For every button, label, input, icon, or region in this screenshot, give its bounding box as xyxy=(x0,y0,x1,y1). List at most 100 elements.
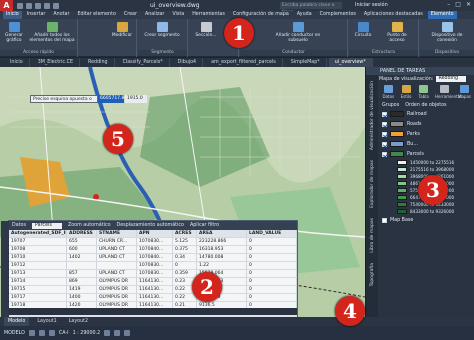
ribbon-tab[interactable]: Insertar xyxy=(24,11,49,19)
display-manager-tool[interactable]: Estilo xyxy=(400,85,413,99)
layout-tab[interactable]: Modelo xyxy=(4,317,30,326)
generate-graph-button[interactable]: Generar gráfico xyxy=(2,22,26,43)
column-header[interactable]: Autogenerated_SDF_ID xyxy=(9,230,67,237)
column-header[interactable]: AREA xyxy=(197,230,247,237)
draw-order-button[interactable]: Orden de objetos xyxy=(405,103,446,108)
ribbon-tab[interactable]: Editar elemento xyxy=(74,11,118,19)
callout-5: 5 xyxy=(103,124,133,154)
table-row[interactable]: 19718 1420 OLYMPUS DR 1164130... 0.21 9136.5 0 xyxy=(9,302,297,308)
file-tab[interactable]: Inicio xyxy=(4,58,30,67)
ribbon-tab[interactable]: Complementos xyxy=(317,11,359,19)
display-manager-tool[interactable]: Mapas xyxy=(458,85,471,99)
ribbon-tab[interactable]: Anotar xyxy=(50,11,72,19)
app-logo[interactable]: A xyxy=(0,0,13,11)
file-tab[interactable]: Classify_Parcels* xyxy=(117,58,170,67)
ribbon-tab[interactable]: Elemento xyxy=(427,11,457,19)
layer-item[interactable]: Parks xyxy=(379,129,474,139)
grid-icon[interactable] xyxy=(28,330,35,336)
basemap-layer[interactable]: Map Base xyxy=(379,215,474,225)
coordinate-input-y[interactable]: 1915.0 xyxy=(125,95,147,103)
layout-tab[interactable]: Layout1 xyxy=(33,317,60,326)
table-row[interactable]: 19713857UPLAND CT1070830...0.35915628.06… xyxy=(9,270,297,278)
file-tab[interactable]: Redding xyxy=(82,58,115,67)
redo-icon[interactable] xyxy=(53,2,59,9)
maximize-icon[interactable]: □ xyxy=(455,1,461,8)
section-button[interactable]: Sección... xyxy=(191,22,221,38)
basemap-checkbox[interactable] xyxy=(382,217,387,223)
task-pane-tab[interactable]: Explorador de mapas xyxy=(370,156,375,212)
task-pane-tab[interactable]: Libro de mapas xyxy=(370,214,375,257)
table-row[interactable]: 19707 655 CHURN CR... 1070830... 5.125 223228… xyxy=(9,238,297,246)
layer-checkbox[interactable] xyxy=(382,141,387,147)
column-header[interactable]: ADDRESS xyxy=(67,230,97,237)
create-segment-button[interactable]: Crear segmento xyxy=(142,22,182,38)
snap-icon[interactable] xyxy=(38,330,45,336)
display-manager-tool[interactable]: Herramientas xyxy=(435,85,462,99)
table-row[interactable]: 19714869OLYMPUS DR1164130...0.2310018.86… xyxy=(9,278,297,286)
signin-button[interactable]: Iniciar sesión xyxy=(355,2,388,8)
layer-checkbox[interactable] xyxy=(382,151,387,157)
ribbon-tab[interactable]: Vista xyxy=(169,11,187,19)
access-point-button[interactable]: Punto de acceso xyxy=(379,22,415,43)
ribbon-tab[interactable]: Herramientas xyxy=(189,11,228,19)
coordinate-input-x[interactable]: 6605717.868 xyxy=(98,95,130,103)
layer-checkbox[interactable] xyxy=(382,131,387,137)
coordinate-system[interactable]: CA-I xyxy=(59,331,69,336)
file-tab[interactable]: Dibujo4 xyxy=(172,58,204,67)
layout-tab[interactable]: Layout2 xyxy=(65,317,92,326)
task-pane-tab[interactable]: Topografía xyxy=(370,259,375,290)
ribbon-tab[interactable]: Analizar xyxy=(142,11,167,19)
map-select[interactable]: Redding xyxy=(436,76,467,82)
close-icon[interactable]: ✕ xyxy=(466,1,471,8)
table-row[interactable]: 19710 1402 UPLAND CT 1070840... 0.34 14780.00… xyxy=(9,254,297,262)
layer-item[interactable]: Railroad xyxy=(379,109,474,119)
map-scale[interactable]: 1 : 29000.2 xyxy=(73,331,101,336)
ribbon-tab[interactable]: Ayuda xyxy=(294,11,315,19)
table-row[interactable]: 197171400OLYMPUS DR1164130...0.229574.16… xyxy=(9,294,297,302)
layer-checkbox[interactable] xyxy=(382,111,387,117)
new-icon[interactable] xyxy=(17,2,23,9)
circuit-button[interactable]: Circuito xyxy=(351,22,375,38)
layer-item[interactable]: Roads xyxy=(379,119,474,129)
search-input[interactable]: Escriba palabra clave o frase xyxy=(280,2,342,15)
column-header[interactable]: ACRES xyxy=(173,230,197,237)
workspace-icon[interactable] xyxy=(114,330,121,336)
task-pane-tab[interactable]: Administrador de visualización xyxy=(370,77,375,154)
file-tab[interactable]: am_export_filtered_parcels xyxy=(205,58,283,67)
column-header[interactable]: STNAME xyxy=(97,230,137,237)
column-header[interactable]: APN xyxy=(137,230,173,237)
layer-item[interactable]: Parcels xyxy=(379,149,474,159)
model-space-button[interactable]: MODELO xyxy=(4,331,25,336)
table-row[interactable]: 19708 600 UPLAND CT 1070840... 0.375 16318.95… xyxy=(9,246,297,254)
annotation-icon[interactable] xyxy=(104,330,111,336)
auto-pan-button[interactable]: Desplazamiento automático xyxy=(117,223,184,228)
save-icon[interactable] xyxy=(35,2,41,9)
add-all-features-button[interactable]: Añadir todos los elementos del mapa xyxy=(28,22,76,43)
layer-item[interactable]: Bu... xyxy=(379,139,474,149)
layer-checkbox[interactable] xyxy=(382,121,387,127)
apply-filter-button[interactable]: Aplicar filtro xyxy=(190,223,219,228)
connection-device-button[interactable]: Dispositivo de conexión xyxy=(424,22,470,43)
file-tab[interactable]: 3M_Electric.CE xyxy=(32,58,80,67)
table-row[interactable]: 197151419OLYMPUS DR1164130...0.229574.16… xyxy=(9,286,297,294)
table-row[interactable]: 19712 1070830... 0 1.22 0 xyxy=(9,262,297,270)
add-underground-conductor-button[interactable]: Añadir conductor en subsuelo xyxy=(270,22,326,43)
display-manager-tool[interactable]: Datos xyxy=(382,85,395,99)
minimize-icon[interactable]: – xyxy=(447,1,450,8)
modify-button[interactable]: Modificar xyxy=(109,22,135,38)
column-header[interactable]: LAND_VALUE xyxy=(247,230,297,237)
file-tab[interactable]: ui_overview* xyxy=(328,58,373,67)
data-source-select[interactable]: Parcels xyxy=(31,222,62,229)
ortho-icon[interactable] xyxy=(48,330,55,336)
auto-zoom-button[interactable]: Zoom automático xyxy=(68,223,111,228)
groups-button[interactable]: Grupos xyxy=(382,103,399,108)
ribbon-tab[interactable]: Aplicaciones destacadas xyxy=(361,11,426,19)
display-manager-tool[interactable]: Tabla xyxy=(417,85,430,99)
ribbon-tab[interactable]: Crear xyxy=(121,11,140,19)
ribbon-tab[interactable]: Inicio xyxy=(3,11,22,19)
undo-icon[interactable] xyxy=(44,2,50,9)
open-icon[interactable] xyxy=(26,2,32,9)
table-side-tab[interactable] xyxy=(1,221,9,327)
customize-icon[interactable] xyxy=(124,330,131,336)
file-tab[interactable]: SimpleMap* xyxy=(285,58,327,67)
